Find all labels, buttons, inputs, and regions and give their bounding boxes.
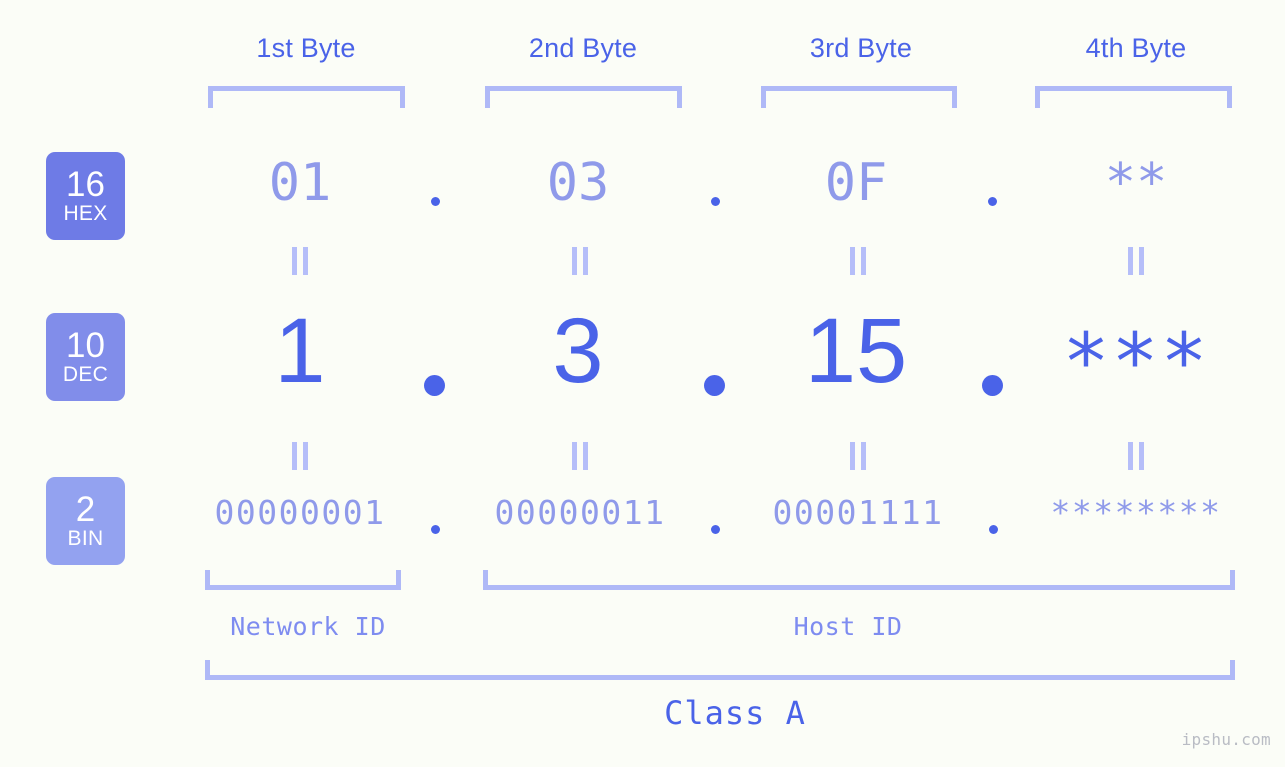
radix-badge-hex: 16 HEX (46, 152, 125, 240)
bin-separator-dot-2 (711, 525, 720, 534)
equality-connector-hex-dec-3 (850, 247, 866, 275)
bin-value-byte-4: ******** (1050, 493, 1222, 532)
radix-badge-hex-number: 16 (66, 164, 105, 204)
dec-value-byte-3: 15 (804, 300, 908, 402)
equality-connector-hex-dec-1 (292, 247, 308, 275)
hex-value-byte-3: 0F (824, 153, 888, 213)
bin-value-byte-1: 00000001 (214, 493, 386, 532)
bin-separator-dot-3 (989, 525, 998, 534)
byte-header-3: 3rd Byte (809, 33, 913, 63)
equality-connector-dec-bin-4 (1128, 442, 1144, 470)
byte-header-1: 1st Byte (256, 33, 356, 63)
hex-separator-dot-3 (988, 197, 997, 206)
byte-header-2: 2nd Byte (528, 33, 638, 63)
ip-address-breakdown-diagram: 1st Byte 2nd Byte 3rd Byte 4th Byte 16 H… (0, 0, 1285, 767)
byte-bracket-2 (485, 86, 682, 108)
radix-badge-bin-number: 2 (75, 489, 96, 529)
equality-connector-hex-dec-2 (572, 247, 588, 275)
hex-separator-dot-2 (711, 197, 720, 206)
equality-connector-dec-bin-2 (572, 442, 588, 470)
dec-separator-dot-2 (704, 375, 725, 396)
radix-badge-bin-name: BIN (67, 526, 104, 550)
equality-connector-dec-bin-3 (850, 442, 866, 470)
hex-separator-dot-1 (431, 197, 440, 206)
network-id-label: Network ID (230, 612, 386, 641)
radix-badge-dec-name: DEC (62, 362, 109, 386)
dec-separator-dot-1 (424, 375, 445, 396)
radix-badge-bin: 2 BIN (46, 477, 125, 565)
watermark: ipshu.com (1181, 730, 1271, 749)
class-label: Class A (664, 694, 806, 732)
dec-value-byte-2: 3 (552, 300, 604, 402)
radix-badge-dec-number: 10 (66, 325, 105, 365)
radix-badge-hex-name: HEX (63, 201, 108, 225)
dec-value-byte-4: *** (1062, 318, 1210, 408)
byte-bracket-3 (761, 86, 957, 108)
equality-connector-hex-dec-4 (1128, 247, 1144, 275)
dec-value-byte-1: 1 (274, 300, 326, 402)
bin-value-byte-2: 00000011 (494, 493, 666, 532)
byte-header-4: 4th Byte (1085, 33, 1187, 63)
hex-value-byte-4: ** (1104, 153, 1168, 213)
host-id-label: Host ID (793, 612, 903, 641)
host-id-bracket (483, 570, 1235, 590)
network-id-bracket (205, 570, 401, 590)
bin-value-byte-3: 00001111 (772, 493, 944, 532)
radix-badge-dec: 10 DEC (46, 313, 125, 401)
equality-connector-dec-bin-1 (292, 442, 308, 470)
bin-separator-dot-1 (431, 525, 440, 534)
byte-bracket-1 (208, 86, 405, 108)
hex-value-byte-2: 03 (546, 153, 610, 213)
byte-bracket-4 (1035, 86, 1232, 108)
hex-value-byte-1: 01 (268, 153, 332, 213)
class-bracket (205, 660, 1235, 680)
dec-separator-dot-3 (982, 375, 1003, 396)
